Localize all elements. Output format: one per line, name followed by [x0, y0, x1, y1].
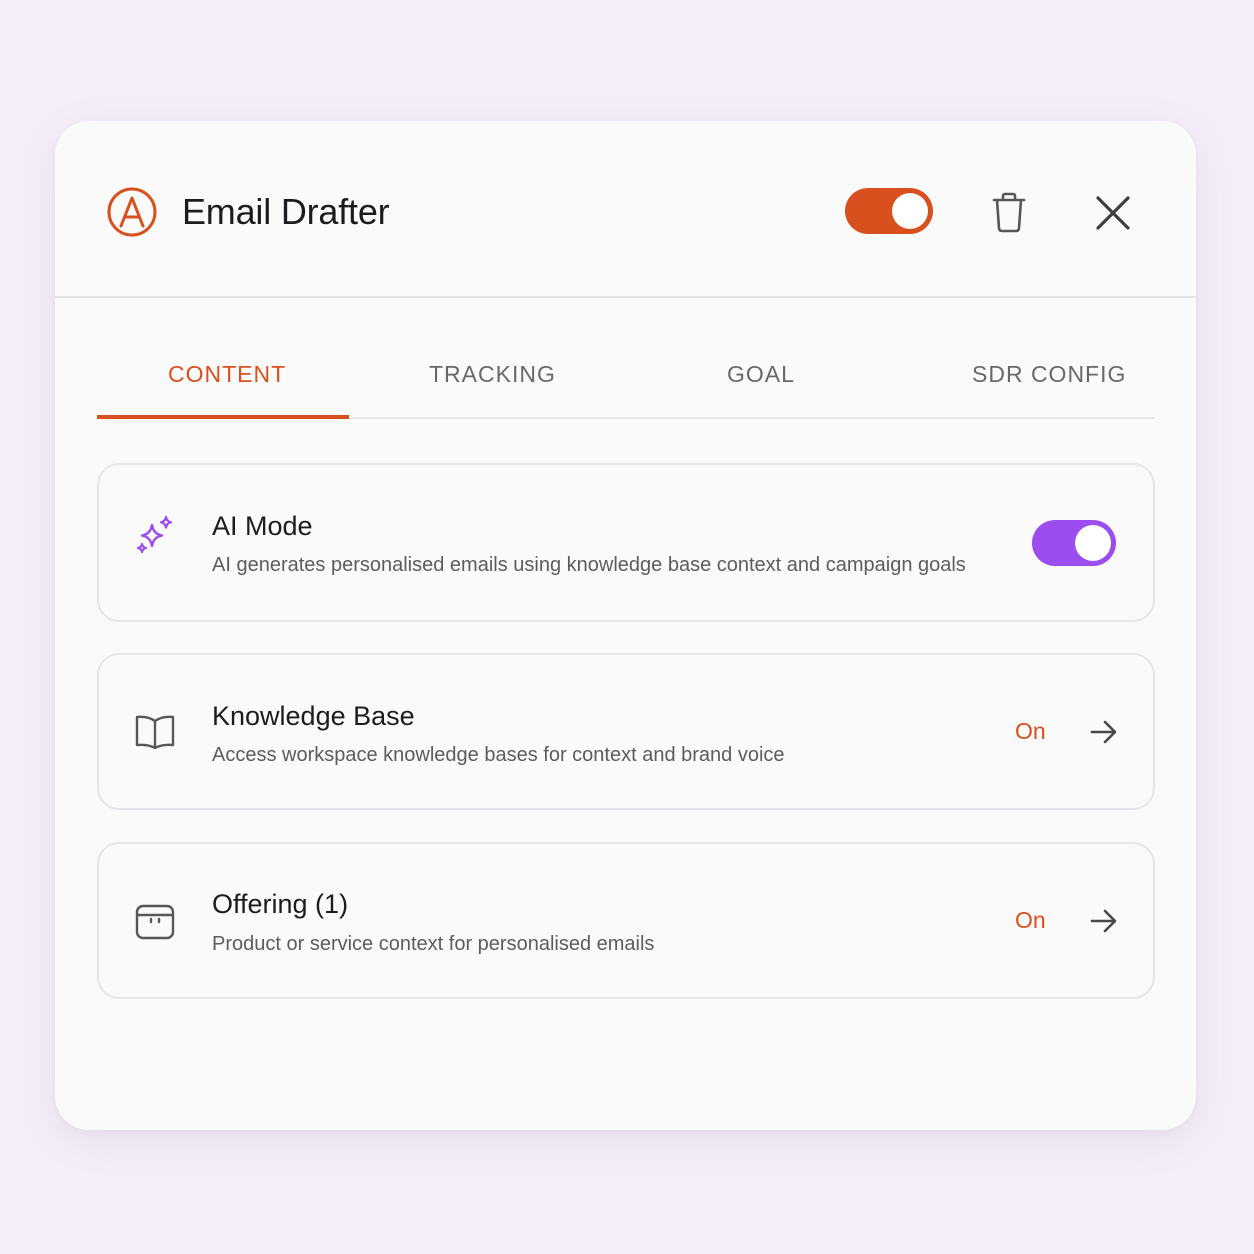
- ai-mode-card: AI Mode AI generates personalised emails…: [97, 463, 1155, 622]
- tab-content[interactable]: CONTENT: [168, 361, 286, 388]
- box-icon: [135, 904, 175, 940]
- toggle-knob: [1075, 525, 1111, 561]
- active-tab-indicator: [97, 415, 349, 419]
- arrow-right-icon[interactable]: [1089, 908, 1119, 934]
- page-title: Email Drafter: [182, 191, 390, 232]
- card-title: AI Mode: [212, 511, 313, 541]
- knowledge-base-card[interactable]: Knowledge Base Access workspace knowledg…: [97, 653, 1155, 810]
- tab-tracking[interactable]: TRACKING: [429, 361, 556, 388]
- ai-mode-toggle[interactable]: [1032, 520, 1116, 566]
- card-description: Access workspace knowledge bases for con…: [212, 744, 785, 766]
- book-icon: [135, 715, 175, 750]
- offering-card[interactable]: Offering (1) Product or service context …: [97, 842, 1155, 999]
- tab-goal[interactable]: GOAL: [727, 361, 795, 388]
- panel-header: Email Drafter: [55, 121, 1196, 298]
- email-drafter-panel: Email Drafter CONTENT TRACKING GOAL SDR …: [55, 121, 1196, 1130]
- card-description: AI generates personalised emails using k…: [212, 554, 966, 576]
- close-icon[interactable]: [1093, 193, 1133, 233]
- anthropic-logo-icon: [107, 187, 157, 237]
- toggle-knob: [892, 193, 928, 229]
- status-label: On: [1015, 718, 1046, 744]
- tab-sdr-config[interactable]: SDR CONFIG: [972, 361, 1126, 388]
- arrow-right-icon[interactable]: [1089, 719, 1119, 745]
- card-title: Knowledge Base: [212, 701, 415, 731]
- card-description: Product or service context for personali…: [212, 933, 655, 955]
- card-title: Offering (1): [212, 889, 349, 919]
- agent-enabled-toggle[interactable]: [845, 188, 933, 234]
- trash-icon[interactable]: [990, 191, 1028, 233]
- tab-bar: CONTENT TRACKING GOAL SDR CONFIG: [97, 339, 1155, 419]
- sparkles-icon: [136, 515, 173, 554]
- status-label: On: [1015, 907, 1046, 933]
